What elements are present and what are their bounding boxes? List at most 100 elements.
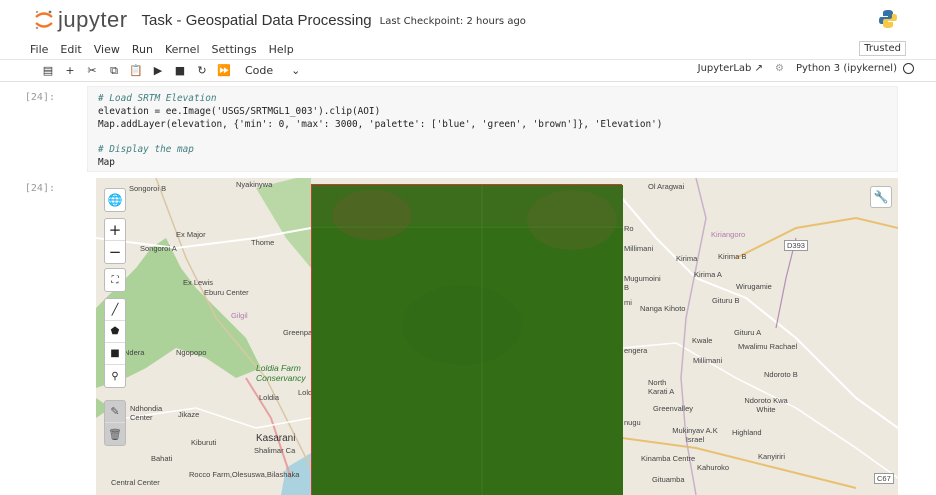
settings-icon[interactable]: ⚙ (775, 63, 784, 74)
map-label: Gituru A (734, 328, 762, 337)
fullscreen-icon[interactable]: ⛶ (105, 269, 125, 291)
code-line: Map (98, 156, 115, 168)
menu-run[interactable]: Run (132, 43, 153, 56)
menu-kernel[interactable]: Kernel (165, 43, 200, 56)
kernel-idle-icon (903, 63, 914, 74)
jupyterlab-label: JupyterLab (697, 63, 752, 74)
kernel-name[interactable]: Python 3 (ipykernel) (796, 63, 897, 74)
menu-edit[interactable]: Edit (60, 43, 81, 56)
trusted-badge[interactable]: Trusted (859, 41, 906, 56)
map-label: Ngopopo (176, 348, 207, 357)
draw-polygon-icon[interactable]: ⬟ (105, 321, 125, 343)
restart-icon[interactable]: ↻ (191, 64, 213, 77)
code-cell[interactable]: # Load SRTM Elevation elevation = ee.Ima… (87, 86, 898, 172)
map-label: Ol Aragwai (648, 182, 685, 191)
chevron-down-icon: ⌄ (291, 64, 301, 77)
run-icon[interactable]: ▶ (147, 64, 169, 77)
wrench-icon[interactable]: 🔧 (870, 186, 892, 208)
map-widget[interactable]: Songoroi B Nyakinywa Ex Major Thome Song… (96, 178, 898, 495)
menu-help[interactable]: Help (269, 43, 294, 56)
map-label: Mukinyav A.K Israel (672, 426, 718, 444)
edit-toolbar: ✎ 🗑 (104, 400, 126, 446)
map-label: Thome (251, 238, 275, 247)
menu-settings[interactable]: Settings (212, 43, 257, 56)
map-label: Mugumoini B (624, 274, 661, 292)
map-label: Ndera (124, 348, 145, 357)
code-line: # Display the map (98, 144, 194, 156)
zoom-control: + − (104, 218, 126, 264)
elevation-layer (311, 184, 623, 495)
map-label: Greenpa (283, 328, 313, 337)
notebook-header: jupyter Task - Geospatial Data Processin… (0, 0, 936, 40)
map-label: Ndoroto Kwa White (744, 396, 788, 414)
input-prompt: [24]: (24, 92, 55, 103)
copy-icon[interactable]: ⧉ (103, 64, 125, 78)
map-label: Gituamba (652, 475, 685, 484)
jupyter-logo[interactable]: jupyter (34, 7, 128, 33)
cut-icon[interactable]: ✂ (81, 64, 103, 77)
map-label: Rocco Farm,Olesuswa,Bilashaka (189, 470, 300, 479)
map-label: North Karati A (648, 378, 675, 396)
map-label: Ro (624, 224, 634, 233)
code-editor[interactable]: # Load SRTM Elevation elevation = ee.Ima… (98, 93, 662, 170)
map-label: Kanyiriri (758, 452, 786, 461)
map-label: Kwale (692, 336, 713, 345)
map-label: Ex Lewis (183, 278, 214, 287)
map-label: Millimani (624, 244, 654, 253)
zoom-out-button[interactable]: − (105, 241, 125, 263)
edit-layers-icon[interactable]: ✎ (105, 401, 125, 423)
map-label: Highland (732, 428, 762, 437)
menu-bar: File Edit View Run Kernel Settings Help … (0, 40, 936, 60)
map-label: Greenvalley (653, 404, 694, 413)
map-label: Kinamba Centre (641, 454, 696, 463)
map-label: Ndhondia Center (130, 404, 163, 422)
menu-view[interactable]: View (94, 43, 120, 56)
zoom-in-button[interactable]: + (105, 219, 125, 241)
jupyter-logo-icon (35, 10, 53, 30)
map-label: Loldia Farm Conservancy (256, 363, 306, 383)
map-label: Songoroi A (140, 244, 177, 253)
menu-file[interactable]: File (30, 43, 48, 56)
code-line: Map.addLayer(elevation, {'min': 0, 'max'… (98, 118, 663, 130)
map-label: Millimani (693, 356, 723, 365)
map-label: Jikaze (178, 410, 200, 419)
draw-polyline-icon[interactable]: ╱ (105, 299, 125, 321)
map-label: Kirima B (718, 252, 747, 261)
map-label: Kasarani (256, 433, 296, 444)
globe-icon[interactable]: 🌐 (105, 189, 125, 211)
fast-forward-icon[interactable]: ⏩ (213, 64, 235, 77)
map-label: Loldia (259, 393, 280, 402)
fullscreen-control: ⛶ (104, 268, 126, 292)
draw-rectangle-icon[interactable]: ■ (105, 343, 125, 365)
map-label: Gituru B (712, 296, 740, 305)
add-cell-icon[interactable]: + (59, 64, 81, 77)
trash-icon[interactable]: 🗑 (105, 423, 125, 445)
map-label: Kiriangoro (711, 230, 746, 239)
map-label: Gilgil (231, 311, 248, 320)
elevation-texture (312, 185, 623, 495)
map-label: nugu (624, 418, 641, 427)
map-label: Ndoroto B (764, 370, 798, 379)
paste-icon[interactable]: 📋 (125, 64, 147, 77)
map-label: Kahuroko (697, 463, 730, 472)
draw-marker-icon[interactable]: ⚲ (105, 365, 125, 387)
map-label: Kirima A (694, 270, 722, 279)
stop-icon[interactable]: ■ (169, 64, 191, 77)
map-label: Eburu Center (204, 288, 249, 297)
notebook-title[interactable]: Task - Geospatial Data Processing (142, 12, 372, 29)
layer-control[interactable]: 🌐 (104, 188, 126, 212)
code-line: elevation = ee.Image('USGS/SRTMGL1_003')… (98, 105, 381, 117)
draw-toolbar: ╱ ⬟ ■ ⚲ (104, 298, 126, 388)
jupyterlab-link[interactable]: JupyterLab ↗ (698, 63, 763, 74)
map-label: Songoroi B (129, 184, 167, 193)
save-icon[interactable]: ▤ (37, 64, 59, 77)
map-label: Nyakinywa (236, 180, 273, 189)
cell-type-select[interactable]: Code ⌄ (245, 64, 300, 77)
map-label: Nanga Kihoto (640, 304, 686, 313)
map-label: Bahati (151, 454, 173, 463)
map-label: Ex Major (176, 230, 206, 239)
map-label: Kirima (676, 254, 698, 263)
external-link-icon: ↗ (754, 63, 763, 74)
kernel-status-area: JupyterLab ↗ ⚙ Python 3 (ipykernel) (698, 63, 914, 74)
map-label: Shalimar Ca (254, 446, 296, 455)
